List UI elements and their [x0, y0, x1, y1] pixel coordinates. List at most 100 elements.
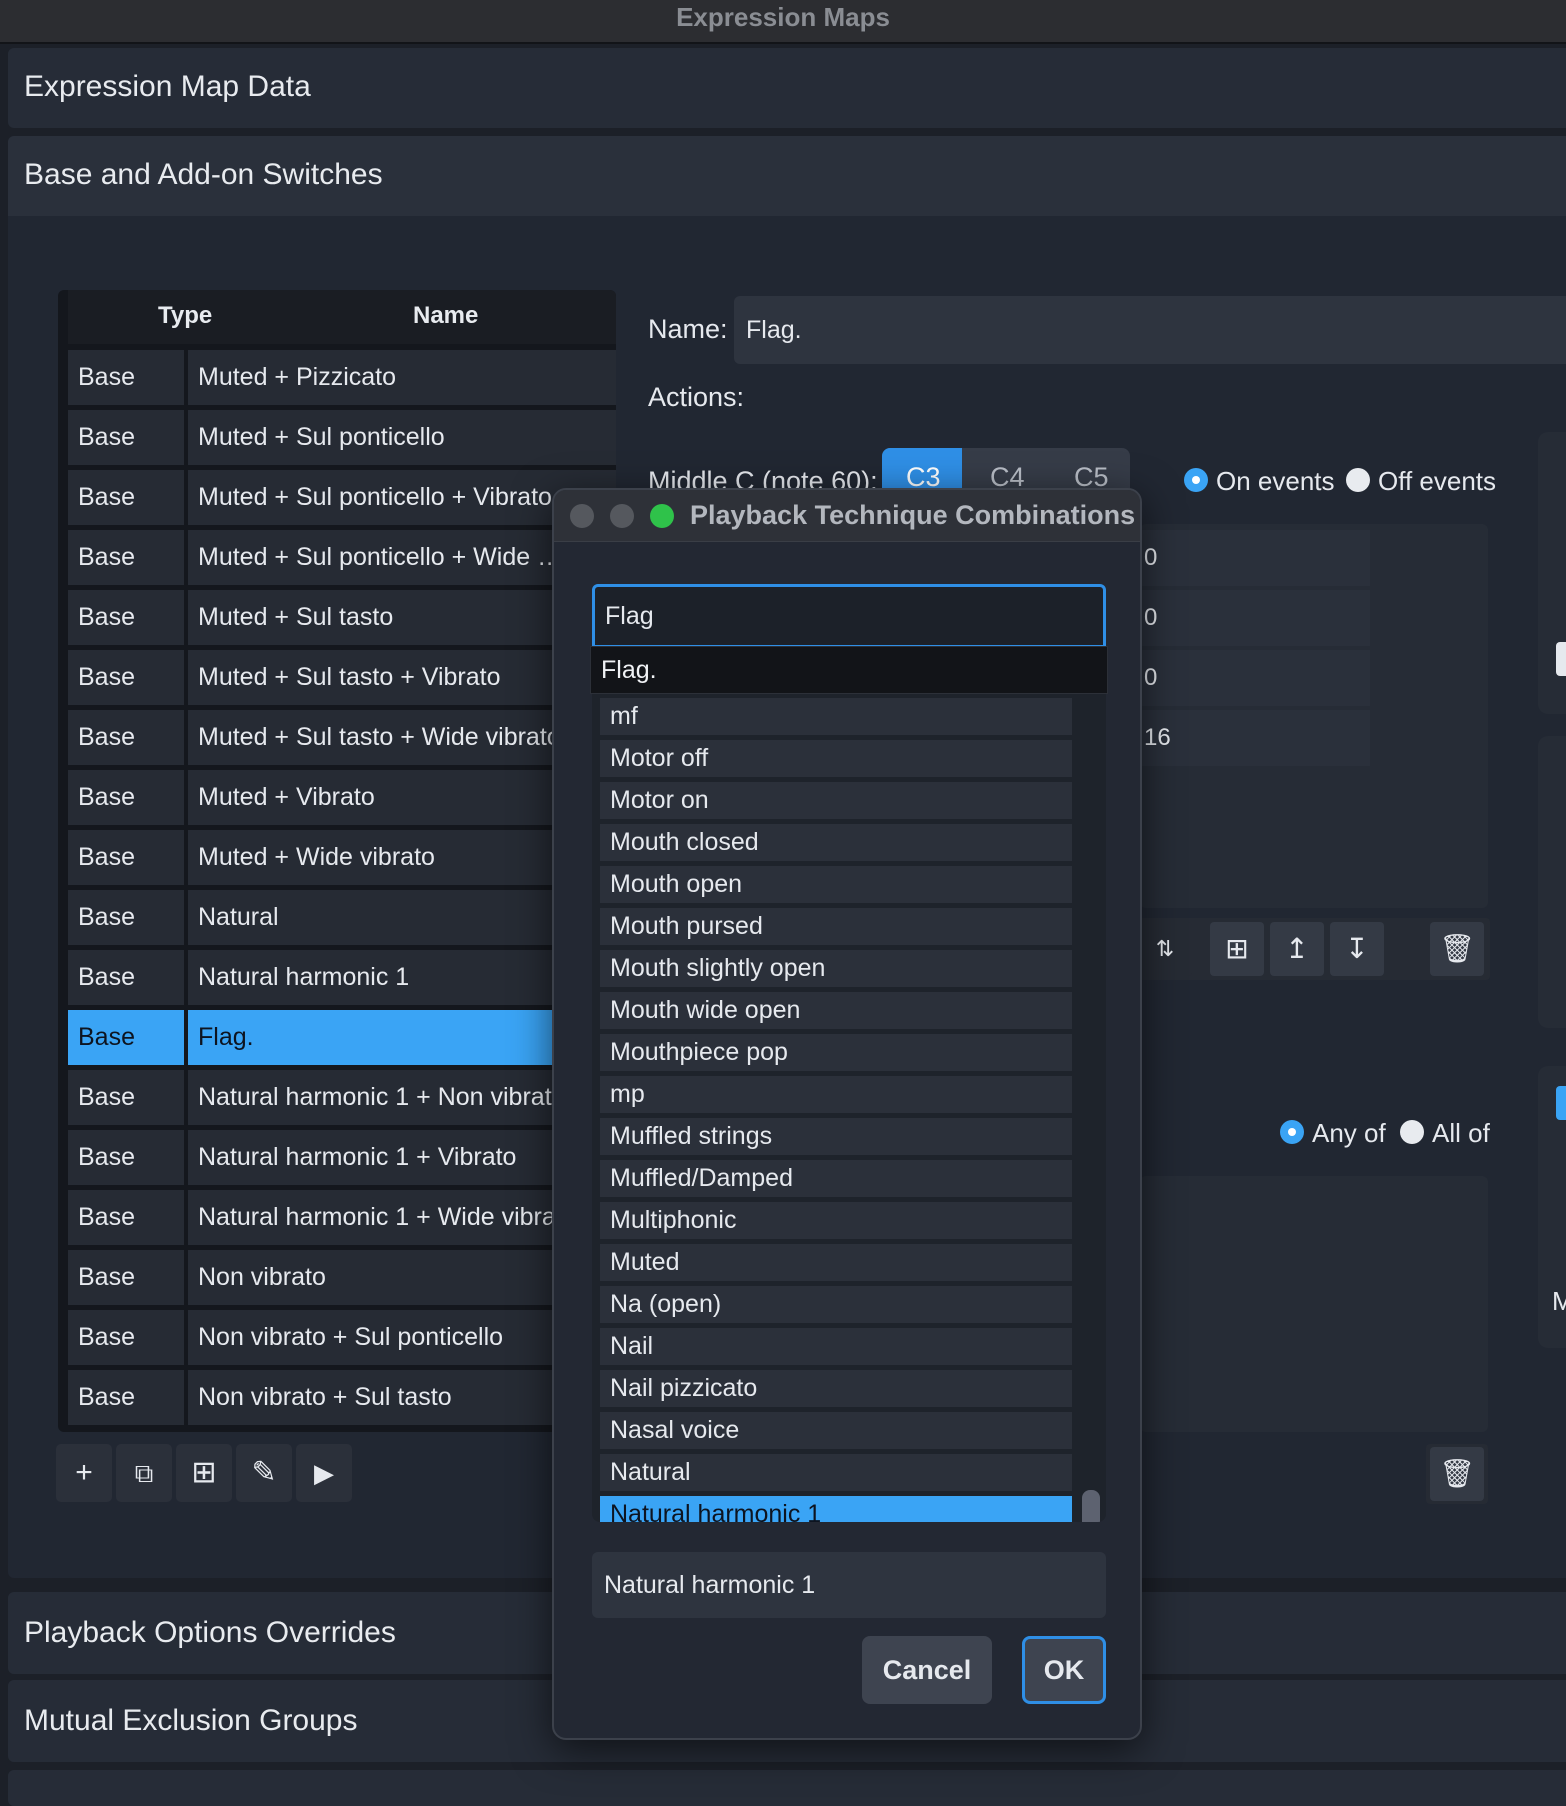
ok-button[interactable]: OK — [1022, 1636, 1106, 1704]
table-row[interactable]: Base Muted + Sul ponticello — [68, 410, 616, 465]
row-type: Base — [68, 1370, 184, 1425]
actions-toolbar: ⇅ ⊞ ↥ ↧ 🗑 — [1138, 918, 1490, 980]
table-row[interactable]: Base Muted + Sul tasto + Vibrato — [68, 650, 616, 705]
any-of-radio[interactable] — [1280, 1120, 1304, 1144]
sort-icon[interactable]: ⇅ — [1138, 922, 1192, 976]
table-row[interactable]: Base Muted + Sul ponticello + Vibrato — [68, 470, 616, 525]
list-scrollbar-thumb[interactable] — [1082, 1490, 1100, 1522]
move-up-button[interactable]: ↥ — [1270, 922, 1324, 976]
section-next[interactable] — [8, 1770, 1566, 1806]
cancel-button[interactable]: Cancel — [862, 1636, 992, 1704]
technique-list-item[interactable]: Multiphonic — [600, 1202, 1072, 1239]
zoom-window-icon[interactable] — [650, 504, 674, 528]
column-header-type[interactable]: Type — [158, 302, 212, 330]
technique-list-item[interactable]: Nasal voice — [600, 1412, 1072, 1449]
action-value-4[interactable]: 16 — [1140, 710, 1370, 766]
switches-table: Type Name Base Muted + Pizzicato Base Muted… — [58, 290, 616, 1432]
section-title-mutual: Mutual Exclusion Groups — [24, 1704, 358, 1737]
autocomplete-suggestion[interactable]: Flag. — [590, 646, 1108, 694]
section-header-switches[interactable]: Base and Add-on Switches — [8, 136, 1566, 216]
row-type: Base — [68, 1010, 184, 1065]
technique-list-item[interactable]: Motor off — [600, 740, 1072, 777]
section-title-playback: Playback Options Overrides — [24, 1616, 396, 1649]
technique-list: Natural harmonic 1 Natural Nasal voice Nail… — [592, 648, 1106, 1522]
table-row[interactable]: Base Non vibrato + Sul ponticello — [68, 1310, 616, 1365]
row-type: Base — [68, 1190, 184, 1245]
table-row[interactable]: Base Natural harmonic 1 + Vibrato — [68, 1130, 616, 1185]
on-events-label: On events — [1216, 466, 1335, 496]
name-input[interactable]: Flag. — [734, 296, 1566, 364]
technique-list-item[interactable]: Muffled strings — [600, 1118, 1072, 1155]
action-value-1[interactable]: 0 — [1140, 530, 1370, 586]
row-type: Base — [68, 770, 184, 825]
technique-list-item[interactable]: Mouth wide open — [600, 992, 1072, 1029]
technique-list-item[interactable]: Mouth closed — [600, 824, 1072, 861]
delete-condition-button[interactable]: 🗑 — [1430, 1447, 1484, 1501]
table-row[interactable]: Base Non vibrato + Sul tasto — [68, 1370, 616, 1425]
technique-list-item[interactable]: Mouthpiece pop — [600, 1034, 1072, 1071]
technique-list-item[interactable]: Mouth slightly open — [600, 950, 1072, 987]
edit-button[interactable]: ✎ — [236, 1444, 292, 1502]
table-row[interactable]: Base Muted + Pizzicato — [68, 350, 616, 405]
technique-list-item[interactable]: Na (open) — [600, 1286, 1072, 1323]
table-row[interactable]: Base Natural harmonic 1 + Non vibrato — [68, 1070, 616, 1125]
technique-list-item[interactable]: Muted — [600, 1244, 1072, 1281]
row-type: Base — [68, 1130, 184, 1185]
side-checkbox[interactable] — [1556, 1086, 1566, 1120]
row-type: Base — [68, 350, 184, 405]
off-events-radio[interactable] — [1346, 468, 1370, 492]
row-name: Muted + Pizzicato — [188, 350, 616, 405]
table-row[interactable]: Base Natural harmonic 1 — [68, 950, 616, 1005]
table-row[interactable]: Base Muted + Vibrato — [68, 770, 616, 825]
table-toolbar: + ⧉ ⊞ ✎ ▶ — [56, 1444, 356, 1504]
move-down-button[interactable]: ↧ — [1330, 922, 1384, 976]
duplicate-button[interactable]: ⊞ — [176, 1444, 232, 1502]
duplicate-action-button[interactable]: ⊞ — [1210, 922, 1264, 976]
table-row[interactable]: Base Non vibrato — [68, 1250, 616, 1305]
play-button[interactable]: ▶ — [296, 1444, 352, 1502]
technique-list-item[interactable]: Mouth open — [600, 866, 1072, 903]
action-value-3[interactable]: 0 — [1140, 650, 1370, 706]
technique-list-item[interactable]: Natural harmonic 1 — [600, 1496, 1072, 1522]
action-value-2[interactable]: 0 — [1140, 590, 1370, 646]
all-of-label: All of — [1432, 1118, 1490, 1148]
table-row[interactable]: Base Natural — [68, 890, 616, 945]
technique-list-item[interactable]: Nail pizzicato — [600, 1370, 1072, 1407]
playback-technique-combinations-dialog: Playback Technique Combinations Flag Nat… — [552, 488, 1142, 1740]
column-header-name[interactable]: Name — [413, 302, 478, 330]
row-type: Base — [68, 470, 184, 525]
table-header: Type Name — [68, 290, 616, 344]
side-toggle[interactable] — [1556, 642, 1566, 676]
technique-list-item[interactable]: mp — [600, 1076, 1072, 1113]
section-title-switches: Base and Add-on Switches — [24, 158, 383, 191]
table-row[interactable]: Base Muted + Wide vibrato — [68, 830, 616, 885]
side-label: M — [1552, 1286, 1566, 1316]
technique-list-item[interactable]: mf — [600, 698, 1072, 735]
table-row[interactable]: Base Natural harmonic 1 + Wide vibrato — [68, 1190, 616, 1245]
delete-action-button[interactable]: 🗑 — [1430, 922, 1484, 976]
technique-list-item[interactable]: Motor on — [600, 782, 1072, 819]
table-row[interactable]: Base Muted + Sul ponticello + Wide … — [68, 530, 616, 585]
section-expression-map-data[interactable]: Expression Map Data — [8, 48, 1566, 128]
technique-list-item[interactable]: Muffled/Damped — [600, 1160, 1072, 1197]
table-row[interactable]: Base Muted + Sul tasto + Wide vibrato — [68, 710, 616, 765]
on-events-radio[interactable] — [1184, 468, 1208, 492]
close-window-icon[interactable] — [570, 504, 594, 528]
table-row[interactable]: Base Flag. — [68, 1010, 616, 1065]
conditions-list — [1140, 1176, 1488, 1432]
add-from-library-button[interactable]: ⧉ — [116, 1444, 172, 1502]
technique-list-item[interactable]: Nail — [600, 1328, 1072, 1365]
technique-search-input[interactable]: Flag — [592, 584, 1106, 648]
name-label: Name: — [648, 314, 728, 344]
technique-list-item[interactable]: Natural — [600, 1454, 1072, 1491]
conditions-toolbar: 🗑 — [1426, 1444, 1488, 1504]
window-title: Expression Maps — [676, 2, 890, 32]
technique-list-item[interactable]: Mouth pursed — [600, 908, 1072, 945]
dialog-titlebar: Playback Technique Combinations — [554, 490, 1140, 542]
minimize-window-icon[interactable] — [610, 504, 634, 528]
all-of-radio[interactable] — [1400, 1120, 1424, 1144]
table-row[interactable]: Base Muted + Sul tasto — [68, 590, 616, 645]
row-type: Base — [68, 710, 184, 765]
add-button[interactable]: + — [56, 1444, 112, 1502]
row-type: Base — [68, 950, 184, 1005]
